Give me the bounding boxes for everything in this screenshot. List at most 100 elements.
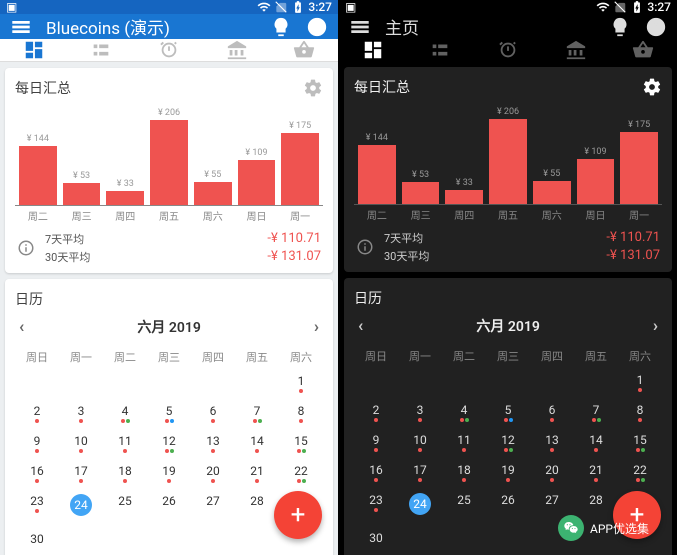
calendar-cell[interactable]: [103, 527, 147, 555]
calendar-cell[interactable]: 2: [15, 399, 59, 429]
calendar-cell[interactable]: [398, 368, 442, 398]
calendar-cell[interactable]: 6: [191, 399, 235, 429]
calendar-cell[interactable]: [59, 527, 103, 555]
calendar-cell[interactable]: 17: [398, 458, 442, 488]
hamburger-icon[interactable]: [349, 16, 371, 38]
gear-icon[interactable]: [303, 78, 323, 98]
calendar-cell[interactable]: 24: [398, 488, 442, 526]
tab-reminder-icon[interactable]: [497, 39, 519, 61]
calendar-cell[interactable]: 4: [442, 398, 486, 428]
calendar-cell[interactable]: [574, 526, 618, 555]
calendar-month[interactable]: 六月 2019: [476, 316, 539, 336]
tab-dashboard-icon[interactable]: [362, 39, 384, 61]
calendar-prev[interactable]: ‹: [19, 317, 24, 337]
calendar-cell[interactable]: 2: [354, 398, 398, 428]
calendar-cell[interactable]: 6: [530, 398, 574, 428]
tab-dashboard-icon[interactable]: [23, 39, 45, 61]
calendar-cell[interactable]: 3: [398, 398, 442, 428]
calendar-cell[interactable]: 4: [103, 399, 147, 429]
calendar-cell[interactable]: 7: [235, 399, 279, 429]
calendar-next[interactable]: ›: [653, 316, 658, 336]
calendar-cell[interactable]: 5: [147, 399, 191, 429]
calendar-cell[interactable]: 10: [59, 429, 103, 459]
calendar-cell[interactable]: 28: [235, 489, 279, 527]
calendar-cell[interactable]: 18: [103, 459, 147, 489]
tab-basket-icon[interactable]: [632, 39, 654, 61]
calendar-cell[interactable]: 22: [618, 458, 662, 488]
help-icon[interactable]: [645, 16, 667, 38]
calendar-cell[interactable]: 14: [235, 429, 279, 459]
calendar-cell[interactable]: 23: [15, 489, 59, 527]
info-icon[interactable]: [17, 239, 35, 257]
calendar-cell[interactable]: [191, 369, 235, 399]
calendar-cell[interactable]: 13: [530, 428, 574, 458]
calendar-cell[interactable]: 25: [442, 488, 486, 526]
calendar-cell[interactable]: 22: [279, 459, 323, 489]
calendar-cell[interactable]: [442, 526, 486, 555]
calendar-cell[interactable]: 1: [279, 369, 323, 399]
calendar-cell[interactable]: 10: [398, 428, 442, 458]
gear-icon[interactable]: [642, 77, 662, 97]
calendar-month[interactable]: 六月 2019: [137, 317, 200, 337]
calendar-cell[interactable]: 9: [15, 429, 59, 459]
info-icon[interactable]: [356, 238, 374, 256]
calendar-cell[interactable]: [486, 368, 530, 398]
tab-basket-icon[interactable]: [293, 39, 315, 61]
calendar-next[interactable]: ›: [314, 317, 319, 337]
calendar-cell[interactable]: [191, 527, 235, 555]
calendar-cell[interactable]: [59, 369, 103, 399]
calendar-cell[interactable]: 7: [574, 398, 618, 428]
calendar-cell[interactable]: 15: [279, 429, 323, 459]
calendar-cell[interactable]: [147, 527, 191, 555]
calendar-cell[interactable]: 19: [147, 459, 191, 489]
hamburger-icon[interactable]: [10, 16, 32, 38]
calendar-cell[interactable]: [235, 527, 279, 555]
tab-accounts-icon[interactable]: [565, 39, 587, 61]
tab-list-icon[interactable]: [429, 39, 451, 61]
calendar-cell[interactable]: [103, 369, 147, 399]
calendar-cell[interactable]: 24: [59, 489, 103, 527]
calendar-cell[interactable]: 26: [147, 489, 191, 527]
calendar-cell[interactable]: 11: [103, 429, 147, 459]
calendar-cell[interactable]: 16: [354, 458, 398, 488]
calendar-cell[interactable]: 27: [191, 489, 235, 527]
calendar-cell[interactable]: 12: [486, 428, 530, 458]
calendar-cell[interactable]: 1: [618, 368, 662, 398]
calendar-cell[interactable]: [15, 369, 59, 399]
calendar-cell[interactable]: 28: [574, 488, 618, 526]
lightbulb-icon[interactable]: [270, 16, 292, 38]
calendar-cell[interactable]: 13: [191, 429, 235, 459]
calendar-cell[interactable]: 19: [486, 458, 530, 488]
calendar-cell[interactable]: 20: [530, 458, 574, 488]
calendar-cell[interactable]: [147, 369, 191, 399]
calendar-cell[interactable]: 9: [354, 428, 398, 458]
fab-add[interactable]: +: [613, 491, 661, 539]
calendar-cell[interactable]: 30: [354, 526, 398, 555]
calendar-cell[interactable]: [486, 526, 530, 555]
calendar-cell[interactable]: [530, 368, 574, 398]
calendar-cell[interactable]: 14: [574, 428, 618, 458]
calendar-cell[interactable]: [398, 526, 442, 555]
calendar-cell[interactable]: 5: [486, 398, 530, 428]
calendar-cell[interactable]: 18: [442, 458, 486, 488]
calendar-cell[interactable]: [574, 368, 618, 398]
calendar-cell[interactable]: 26: [486, 488, 530, 526]
calendar-cell[interactable]: 15: [618, 428, 662, 458]
tab-reminder-icon[interactable]: [158, 39, 180, 61]
calendar-cell[interactable]: 20: [191, 459, 235, 489]
help-icon[interactable]: [306, 16, 328, 38]
tab-accounts-icon[interactable]: [226, 39, 248, 61]
lightbulb-icon[interactable]: [609, 16, 631, 38]
calendar-cell[interactable]: 3: [59, 399, 103, 429]
calendar-cell[interactable]: 21: [574, 458, 618, 488]
calendar-cell[interactable]: [530, 526, 574, 555]
calendar-cell[interactable]: [235, 369, 279, 399]
fab-add[interactable]: +: [274, 491, 322, 539]
calendar-cell[interactable]: 30: [15, 527, 59, 555]
calendar-prev[interactable]: ‹: [358, 316, 363, 336]
calendar-cell[interactable]: 25: [103, 489, 147, 527]
calendar-cell[interactable]: [354, 368, 398, 398]
calendar-cell[interactable]: 8: [618, 398, 662, 428]
calendar-cell[interactable]: 12: [147, 429, 191, 459]
calendar-cell[interactable]: 11: [442, 428, 486, 458]
